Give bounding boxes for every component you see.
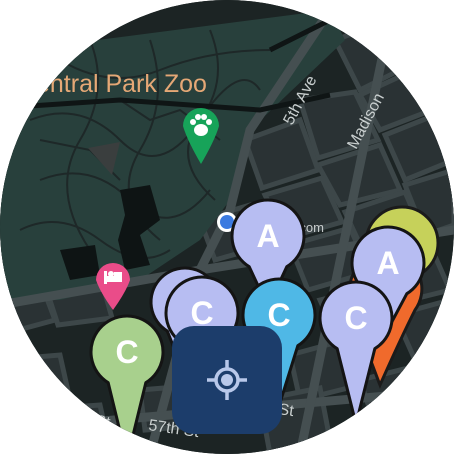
cluster-marker-label: C — [344, 300, 367, 336]
cluster-marker-label: C — [267, 297, 290, 333]
my-location-button[interactable] — [172, 326, 282, 434]
cluster-marker-label: A — [256, 218, 279, 254]
cluster-marker-label: C — [115, 334, 138, 370]
poi-label-central-park-zoo[interactable]: entral Park Zoo — [36, 70, 207, 98]
watch-face: 5th Ave Madison W 57th St 57th St St ent… — [0, 0, 454, 454]
cluster-marker-label: A — [376, 245, 399, 281]
my-location-icon — [207, 360, 247, 400]
